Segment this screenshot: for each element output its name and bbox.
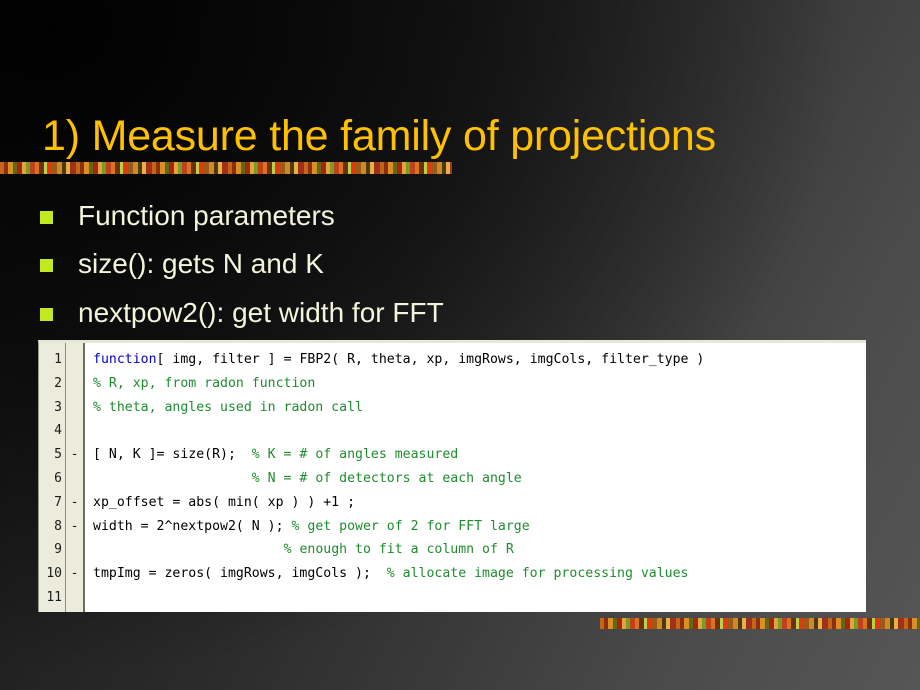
fold-marker[interactable] [66,538,83,562]
fold-marker[interactable]: - [66,443,83,467]
presentation-slide: 1) Measure the family of projections Fun… [0,0,920,690]
code-line: % enough to fit a column of R [93,538,866,562]
code-token-comment: % get power of 2 for FFT large [291,518,530,534]
list-item: size(): gets N and K [36,248,736,279]
fold-marker[interactable] [66,348,83,372]
list-item-label: Function parameters [78,200,335,231]
line-number-gutter: 1 2 3 4 5 6 7 8 9 10 11 [39,343,66,612]
square-bullet-icon [40,211,53,224]
code-token-code [93,542,284,557]
code-line: function[ img, filter ] = FBP2( R, theta… [93,348,866,372]
line-number: 8 [54,518,62,534]
list-item: Function parameters [36,200,736,231]
list-item-label: nextpow2(): get width for FFT [78,296,444,328]
code-line: tmpImg = zeros( imgRows, imgCols ); % al… [93,562,866,586]
fold-marker[interactable] [66,419,83,443]
code-line: [ N, K ]= size(R); % K = # of angles mea… [93,443,866,467]
list-item: nextpow2(): get width for FFT [36,297,736,328]
code-line: xp_offset = abs( min( xp ) ) +1 ; [93,491,866,515]
line-number: 9 [54,542,62,558]
code-line: % R, xp, from radon function [93,372,866,396]
mosaic-strip-top-decoration [0,162,452,174]
code-token-comment: % K = # of angles measured [251,447,459,463]
line-number: 11 [46,589,62,605]
code-token-code [93,471,252,486]
page-title: 1) Measure the family of projections [42,111,716,160]
code-token-code: xp_offset = abs( min( xp ) ) +1 ; [93,494,356,510]
code-token-code: width = 2^nextpow2( N ); [93,518,292,534]
code-line: width = 2^nextpow2( N ); % get power of … [93,515,866,539]
fold-marker[interactable]: - [66,562,83,586]
fold-marker[interactable]: - [66,491,83,515]
fold-marker[interactable] [66,586,83,610]
square-bullet-icon [40,307,53,321]
code-token-comment: % N = # of detectors at each angle [251,470,522,486]
line-number: 3 [54,399,62,415]
code-fold-gutter[interactable]: ---- [66,343,85,612]
fold-marker[interactable] [66,372,83,396]
code-token-keyword: function [93,352,157,367]
code-line: % theta, angles used in radon call [93,396,866,420]
fold-marker[interactable] [66,467,83,491]
code-line: % N = # of detectors at each angle [93,467,866,491]
line-number: 6 [54,470,62,486]
line-number: 5 [54,447,62,463]
code-token-comment: % R, xp, from radon function [93,375,316,391]
list-item-label: size(): gets N and K [78,248,324,280]
mosaic-strip-bottom-decoration [600,618,920,629]
line-number: 7 [54,494,62,510]
code-token-comment: % enough to fit a column of R [283,542,514,558]
fold-marker[interactable]: - [66,515,83,539]
square-bullet-icon [40,259,53,273]
fold-marker[interactable] [66,396,83,420]
code-token-comment: % allocate image for processing values [386,566,689,582]
line-number: 10 [46,566,62,582]
line-number: 4 [54,423,62,439]
code-token-code: tmpImg = zeros( imgRows, imgCols ); [93,566,387,582]
code-token-code: [ img, filter ] = FBP2( R, theta, xp, im… [156,352,705,367]
line-number: 1 [54,352,62,367]
code-token-comment: % theta, angles used in radon call [93,399,363,415]
line-number: 2 [54,375,62,391]
code-token-code: [ N, K ]= size(R); [93,447,252,463]
code-editor-panel[interactable]: 1 2 3 4 5 6 7 8 9 10 11 ---- function[ img, filter… [38,340,866,612]
code-content-area[interactable]: function[ img, filter ] = FBP2( R, theta… [85,343,866,612]
bullet-list: Function parameters size(): gets N and K n… [36,200,736,345]
